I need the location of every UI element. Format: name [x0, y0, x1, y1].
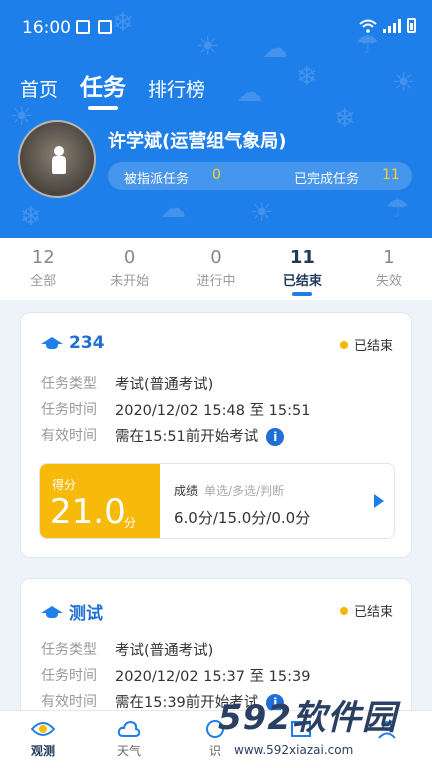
completed-count: 11 [382, 167, 400, 183]
status-text: 已结束 [353, 605, 393, 620]
filter-label: 已结束 [282, 274, 322, 289]
task-time-label: 任务时间 [41, 668, 97, 684]
task-time-value: 2020/12/02 15:37 至 15:39 [115, 669, 311, 685]
wifi-icon [359, 19, 377, 33]
weather-pattern-icon: ☁ [160, 194, 186, 224]
top-nav: 首页 任务 排行榜 [20, 68, 205, 110]
status-bar: 16:00 [0, 0, 432, 56]
valid-time-value: 需在15:39前开始考试 [115, 695, 259, 711]
tab-home[interactable]: 首页 [20, 75, 58, 110]
book-icon [291, 721, 311, 737]
nav-label: 天气 [116, 744, 141, 758]
weather-pattern-icon: ❄ [334, 104, 356, 134]
score-panel[interactable]: 得分 21.0 分 成绩 单选/多选/判断 6.0分/15.0分/0.0分 [39, 463, 395, 539]
weather-pattern-icon: ☂ [386, 194, 410, 224]
nav-weather[interactable]: 天气 [86, 711, 172, 768]
score-unit: 分 [124, 516, 137, 530]
status-dot-icon [339, 606, 348, 615]
assigned-count: 0 [212, 167, 221, 183]
breakdown-title: 成绩 [174, 484, 199, 498]
task-card[interactable]: 234 已结束 任务类型 考试(普通考试) 任务时间 2020/12/02 15… [20, 312, 412, 558]
valid-time-label: 有效时间 [41, 694, 97, 710]
cloud-icon [117, 720, 141, 737]
task-time-value: 2020/12/02 15:48 至 15:51 [115, 403, 311, 419]
weather-pattern-icon: ☀ [392, 68, 416, 98]
filter-count: 0 [123, 247, 136, 268]
task-stats: 被指派任务 0 已完成任务 11 [108, 162, 412, 190]
assigned-label: 被指派任务 [124, 172, 190, 187]
filter-invalid[interactable]: 1 失效 [346, 238, 432, 300]
nav-observe[interactable]: 观测 [0, 711, 86, 768]
score-value: 21.0 [50, 492, 126, 532]
status-time: 16:00 [22, 18, 71, 38]
person-icon [378, 721, 396, 739]
recognize-icon [206, 720, 224, 738]
profile-header: ❄ ☀ ☁ ☂ ❄ ☀ ☁ ☀ ❄ ☁ ☀ ❄ ☂ 16:00 首页 任务 排行… [0, 0, 432, 238]
filter-label: 进行中 [196, 274, 236, 289]
filter-all[interactable]: 12 全部 [0, 238, 86, 300]
gallery-icon [76, 20, 90, 34]
score-label: 得分 [52, 478, 77, 492]
avatar[interactable] [18, 120, 96, 198]
filter-count: 0 [210, 247, 222, 268]
user-name: 许学斌(运营组气象局) [108, 131, 287, 152]
task-type-value: 考试(普通考试) [115, 377, 214, 393]
weather-pattern-icon: ☀ [250, 198, 274, 228]
filter-ended[interactable]: 11 已结束 [259, 238, 345, 300]
task-title: 234 [69, 333, 105, 353]
status-badge: 已结束 [339, 335, 393, 354]
check-icon [98, 20, 112, 34]
status-badge: 已结束 [339, 601, 393, 620]
nav-learn[interactable] [258, 711, 344, 768]
task-time-label: 任务时间 [41, 402, 97, 418]
tab-tasks[interactable]: 任务 [80, 68, 126, 110]
status-dot-icon [339, 340, 348, 349]
nav-me[interactable] [344, 711, 430, 768]
weather-pattern-icon: ☁ [236, 78, 262, 108]
graduation-cap-icon [41, 604, 63, 620]
eye-icon [31, 722, 55, 736]
graduation-cap-icon [41, 335, 63, 351]
nav-label: 观测 [30, 744, 55, 758]
filter-label: 全部 [30, 274, 57, 289]
valid-time-label: 有效时间 [41, 428, 97, 444]
filter-count: 11 [289, 247, 315, 268]
nav-label: 识 [208, 744, 221, 758]
completed-label: 已完成任务 [294, 172, 360, 187]
filter-count: 12 [31, 247, 55, 268]
status-text: 已结束 [353, 339, 393, 354]
filter-not-started[interactable]: 0 未开始 [86, 238, 172, 300]
filter-label: 失效 [375, 274, 402, 289]
task-type-label: 任务类型 [41, 376, 97, 392]
signal-icon [383, 18, 401, 33]
breakdown-value: 6.0分/15.0分/0.0分 [174, 509, 311, 527]
weather-pattern-icon: ❄ [296, 62, 318, 92]
battery-icon [407, 18, 416, 33]
valid-time-value: 需在15:51前开始考试 [115, 429, 259, 445]
filter-label: 未开始 [110, 274, 150, 289]
filter-in-progress[interactable]: 0 进行中 [173, 238, 259, 300]
filter-tabs: 12 全部 0 未开始 0 进行中 11 已结束 1 失效 [0, 238, 432, 300]
task-type-label: 任务类型 [41, 642, 97, 658]
tab-ranking[interactable]: 排行榜 [148, 75, 205, 110]
nav-recognize[interactable]: 识 [172, 711, 258, 768]
bottom-nav: 观测 天气 识 [0, 710, 432, 768]
info-icon[interactable]: i [266, 428, 285, 446]
task-type-value: 考试(普通考试) [115, 643, 214, 659]
task-title: 测试 [69, 604, 103, 624]
breakdown-subtitle: 单选/多选/判断 [204, 484, 285, 498]
weather-pattern-icon: ❄ [20, 202, 42, 232]
filter-count: 1 [383, 247, 395, 268]
play-arrow-icon[interactable] [374, 494, 384, 508]
